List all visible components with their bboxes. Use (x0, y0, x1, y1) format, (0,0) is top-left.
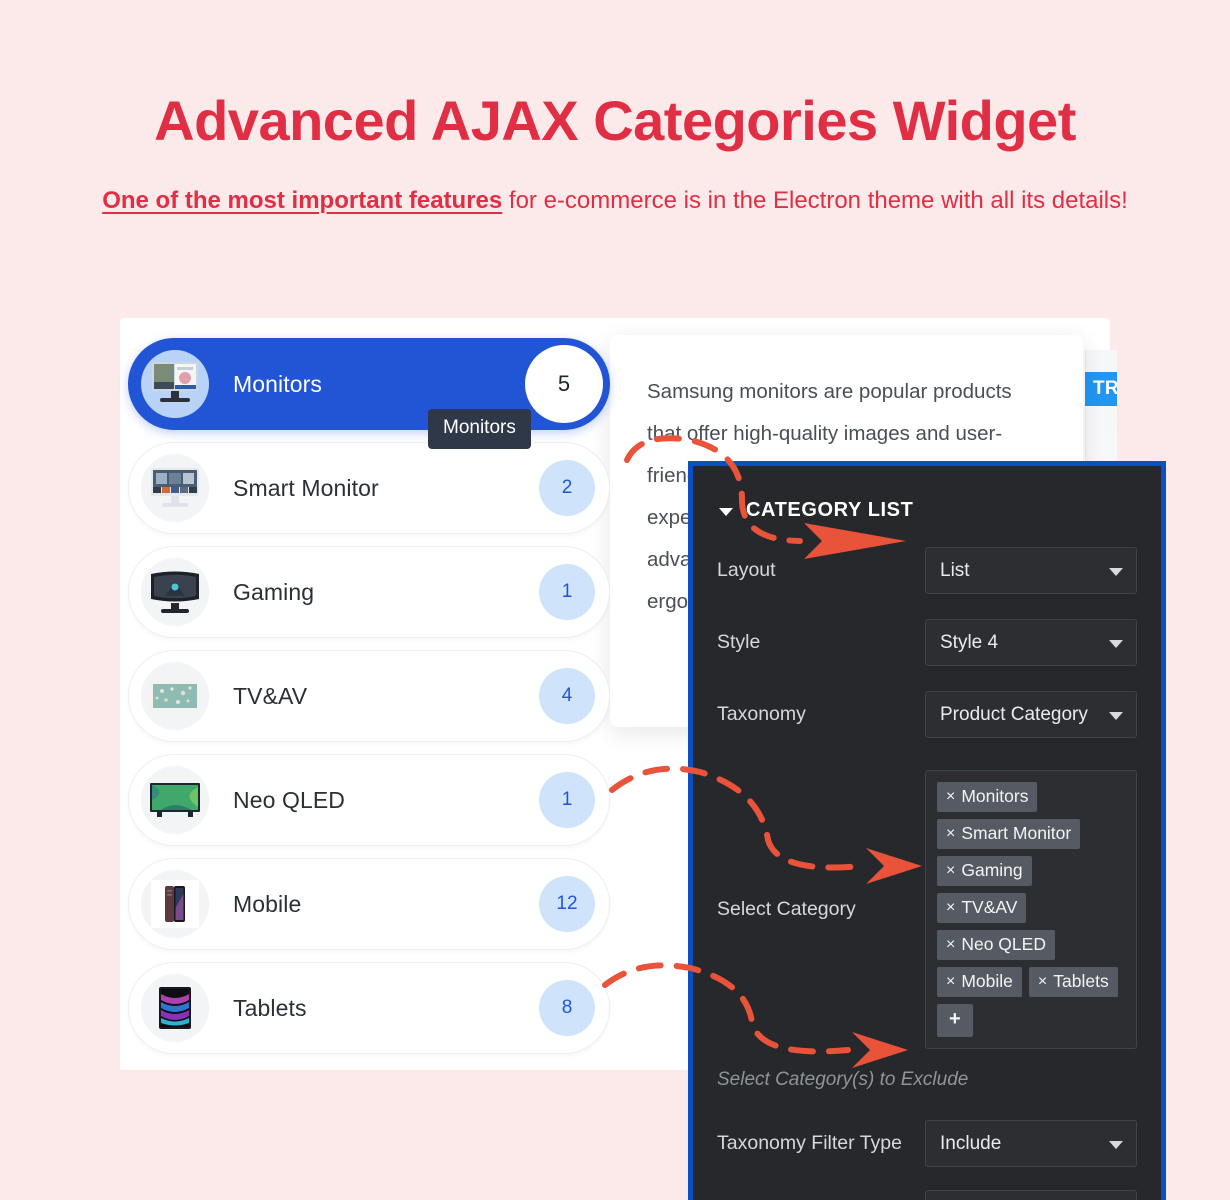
remove-icon[interactable]: × (946, 899, 955, 916)
category-label: Gaming (233, 578, 315, 605)
add-category-button[interactable]: + (937, 1004, 973, 1037)
remove-icon[interactable]: × (946, 973, 955, 990)
chevron-down-icon (1109, 640, 1123, 648)
remove-icon[interactable]: × (1038, 973, 1047, 990)
field-label: Taxonomy (717, 703, 806, 725)
smart-monitor-thumb-icon (141, 454, 209, 522)
tag-label: Tablets (1053, 971, 1109, 991)
tag-label: Monitors (961, 786, 1029, 806)
field-label: Layout (717, 559, 776, 581)
tag-gaming[interactable]: × Gaming (937, 856, 1032, 886)
field-row-taxonomy: Taxonomy Product Category (693, 691, 1161, 738)
qled-tv-thumb-icon (141, 766, 209, 834)
style-select[interactable]: Style 4 (925, 619, 1137, 666)
ajax-category-list[interactable]: Monitors 5 Smart Monitor 2 Gaming 1 TV&A… (128, 338, 610, 1066)
field-row-style: Style Style 4 (693, 619, 1161, 666)
tag-mobile[interactable]: × Mobile (937, 967, 1022, 997)
select-order-select[interactable]: Ascending (925, 1190, 1137, 1200)
category-label: Neo QLED (233, 786, 346, 813)
phone-thumb-icon (141, 870, 209, 938)
category-item-gaming[interactable]: Gaming 1 (128, 546, 610, 638)
tag-label: TV&AV (961, 897, 1018, 917)
tag-smart-monitor[interactable]: × Smart Monitor (937, 819, 1081, 849)
field-row-layout: Layout List (693, 547, 1161, 594)
trending-badge: TRENDING (1085, 372, 1117, 406)
frame-tv-thumb-icon (141, 662, 209, 730)
category-tooltip: Monitors (428, 409, 531, 449)
remove-icon[interactable]: × (946, 825, 955, 842)
category-item-monitors[interactable]: Monitors 5 (128, 338, 610, 430)
field-label: Style (717, 631, 761, 653)
category-item-neo-qled[interactable]: Neo QLED 1 (128, 754, 610, 846)
field-row-taxonomy-filter-type: Taxonomy Filter Type Include (693, 1120, 1161, 1167)
chevron-down-icon (1109, 712, 1123, 720)
remove-icon[interactable]: × (946, 788, 955, 805)
page-subtitle: One of the most important features for e… (0, 181, 1230, 221)
layout-select[interactable]: List (925, 547, 1137, 594)
settings-panel-title: CATEGORY LIST (746, 499, 914, 521)
tag-label: Smart Monitor (961, 823, 1072, 843)
tag-tvav[interactable]: × TV&AV (937, 893, 1027, 923)
field-row-select-order: Select Order Ascending (693, 1190, 1161, 1200)
tag-label: Mobile (961, 971, 1013, 991)
exclude-hint-text: Select Category(s) to Exclude (717, 1069, 969, 1090)
gaming-monitor-thumb-icon (141, 558, 209, 626)
chevron-down-icon (1109, 568, 1123, 576)
category-label: Tablets (233, 994, 307, 1021)
settings-panel-header[interactable]: CATEGORY LIST (693, 466, 1161, 522)
category-label: Mobile (233, 890, 302, 917)
select-value: List (925, 547, 1137, 594)
field-row-select-category: Select Category × Monitors × Smart Monitor… (693, 770, 1161, 1049)
chevron-down-icon (1109, 1141, 1123, 1149)
page-header: Advanced AJAX Categories Widget One of t… (0, 0, 1230, 220)
category-item-tvav[interactable]: TV&AV 4 (128, 650, 610, 742)
category-label: Monitors (233, 370, 322, 397)
subtitle-rest: for e-commerce is in the Electron theme … (502, 186, 1128, 214)
select-value: Ascending (925, 1190, 1137, 1200)
category-count-badge: 2 (539, 460, 595, 516)
remove-icon[interactable]: × (946, 936, 955, 953)
category-list-settings-panel: CATEGORY LIST Layout List Style Style 4 … (688, 461, 1166, 1200)
category-count-badge: 8 (539, 980, 595, 1036)
tablet-thumb-icon (141, 974, 209, 1042)
category-count-badge: 4 (539, 668, 595, 724)
tag-tablets[interactable]: × Tablets (1028, 967, 1118, 997)
monitor-thumb-icon (141, 350, 209, 418)
category-count-badge: 5 (525, 345, 603, 423)
category-item-mobile[interactable]: Mobile 12 (128, 858, 610, 950)
taxonomy-filter-type-select[interactable]: Include (925, 1120, 1137, 1167)
field-label: Select Category (717, 898, 856, 920)
page-title: Advanced AJAX Categories Widget (154, 89, 1076, 152)
chevron-down-icon[interactable] (719, 507, 733, 516)
tag-label: Neo QLED (961, 934, 1046, 954)
category-count-badge: 1 (539, 772, 595, 828)
category-item-tablets[interactable]: Tablets 8 (128, 962, 610, 1054)
category-count-badge: 12 (539, 876, 595, 932)
category-label: Smart Monitor (233, 474, 379, 501)
tag-container[interactable]: × Monitors × Smart Monitor × Gaming × TV&AV … (925, 770, 1137, 1049)
select-value: Product Category (925, 691, 1137, 738)
field-label: Taxonomy Filter Type (717, 1132, 902, 1154)
category-label: TV&AV (233, 682, 308, 709)
category-item-smart-monitor[interactable]: Smart Monitor 2 (128, 442, 610, 534)
tag-monitors[interactable]: × Monitors (937, 782, 1038, 812)
select-value: Style 4 (925, 619, 1137, 666)
taxonomy-select[interactable]: Product Category (925, 691, 1137, 738)
select-value: Include (925, 1120, 1137, 1167)
subtitle-emphasis: One of the most important features (102, 186, 503, 214)
category-count-badge: 1 (539, 564, 595, 620)
tag-label: Gaming (961, 860, 1023, 880)
remove-icon[interactable]: × (946, 862, 955, 879)
select-category-tagbox[interactable]: × Monitors × Smart Monitor × Gaming × TV&AV … (925, 770, 1137, 1049)
tag-neo-qled[interactable]: × Neo QLED (937, 930, 1055, 960)
